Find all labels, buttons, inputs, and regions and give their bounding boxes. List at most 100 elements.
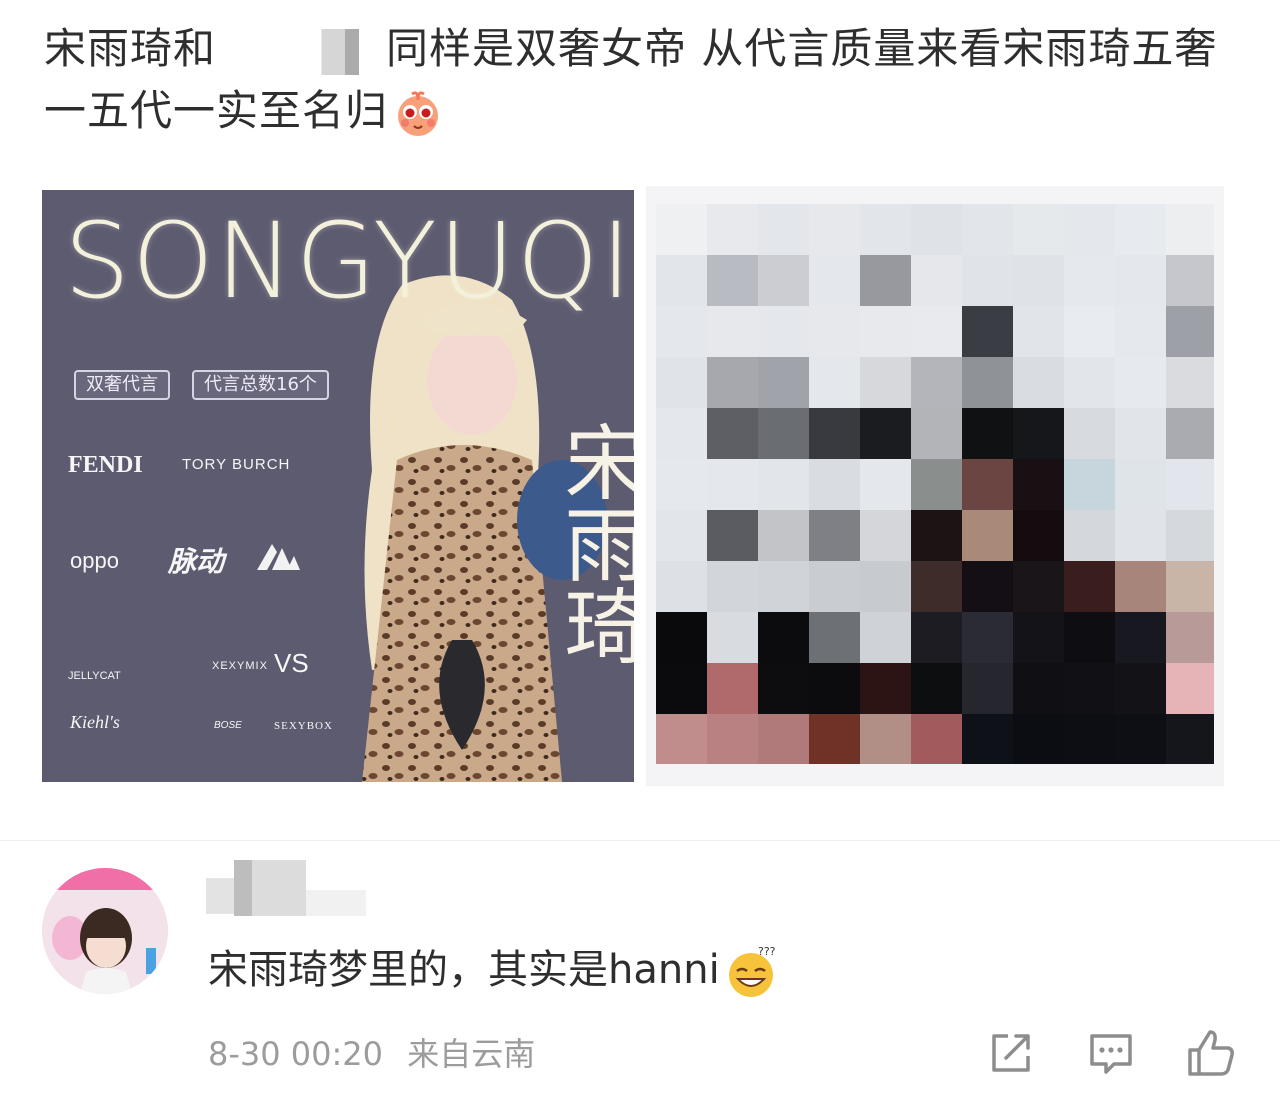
mosaic-tile (707, 357, 758, 408)
post-text-part1: 宋雨琦和 (44, 24, 217, 73)
mosaic-tile (758, 255, 809, 306)
mosaic-tile (962, 255, 1013, 306)
mosaic-tile (1013, 306, 1064, 357)
mosaic-tile (1166, 510, 1214, 561)
confused-grin-icon: ??? (728, 945, 775, 997)
thumbs-up-icon[interactable] (1186, 1028, 1236, 1078)
mosaic-tile (860, 204, 911, 255)
mosaic-tile (707, 408, 758, 459)
mosaic-tile (1013, 255, 1064, 306)
mosaic-tile (962, 714, 1013, 764)
comment-icon[interactable] (1086, 1028, 1136, 1078)
poster-tag-total: 代言总数16个 (192, 370, 329, 400)
mosaic-tile (707, 459, 758, 510)
mosaic-tile (1115, 408, 1166, 459)
mosaic-tile (758, 459, 809, 510)
mosaic-tile (911, 204, 962, 255)
mosaic-tile (911, 714, 962, 764)
mosaic-tile (911, 612, 962, 663)
mosaic-tile (1166, 204, 1214, 255)
redacted-name (216, 28, 387, 75)
brand-vs: VS (274, 648, 309, 678)
comment-meta: 8-30 00:20 来自云南 (208, 1028, 535, 1080)
mosaic-tile (860, 357, 911, 408)
mosaic-tile (962, 459, 1013, 510)
poster-image[interactable]: SONGYUQI 双奢代言 代言总数16个 FENDI TORY BURCH o… (42, 190, 634, 782)
share-icon[interactable] (986, 1028, 1036, 1078)
mosaic-tile (707, 612, 758, 663)
mosaic-tile (707, 306, 758, 357)
redacted-username (206, 860, 366, 916)
brand-tory-burch: TORY BURCH (182, 456, 291, 473)
comment-body: 宋雨琦梦里的，其实是hanni (208, 947, 720, 993)
mosaic-tile (1013, 357, 1064, 408)
mosaic-tile (860, 561, 911, 612)
mosaic-tile (962, 204, 1013, 255)
mosaic-tile (860, 459, 911, 510)
mosaic-tile (860, 612, 911, 663)
mosaic-tile (962, 306, 1013, 357)
mosaic-tile (911, 459, 962, 510)
mosaic-tile (1115, 255, 1166, 306)
mosaic-tile (1013, 204, 1064, 255)
mosaic-tile (962, 612, 1013, 663)
mosaic-tile (656, 510, 707, 561)
mosaic-tile (809, 255, 860, 306)
mosaic-tile (758, 408, 809, 459)
mosaic-tile (809, 357, 860, 408)
mosaic-tile (911, 561, 962, 612)
mosaic-tile (1166, 306, 1214, 357)
mosaic-tile (1166, 357, 1214, 408)
mosaic-tile (1064, 255, 1115, 306)
mosaic-tile (1064, 612, 1115, 663)
avatar[interactable] (42, 868, 168, 994)
mosaic-tile (1013, 663, 1064, 714)
mosaic-tile (860, 306, 911, 357)
mosaic-tile (911, 306, 962, 357)
mosaic-tile (860, 510, 911, 561)
brand-kiehls: Kiehl's (70, 712, 120, 732)
mosaic-tile (809, 459, 860, 510)
mosaic-tile (656, 612, 707, 663)
brand-bose: BOSE (214, 720, 242, 731)
mosaic-tile (1013, 459, 1064, 510)
poster-title: SONGYUQI (64, 200, 634, 322)
mosaic-tile (1166, 612, 1214, 663)
mosaic-tile (656, 306, 707, 357)
mosaic-tile (962, 408, 1013, 459)
mosaic-tile (962, 561, 1013, 612)
mosaic-tile (758, 357, 809, 408)
mosaic-tile (1013, 714, 1064, 764)
mosaic-tile (860, 255, 911, 306)
mosaic-tile (656, 204, 707, 255)
mosaic-tile (1115, 357, 1166, 408)
mosaic-tile (1166, 561, 1214, 612)
mosaic-tile (1115, 510, 1166, 561)
divider (0, 840, 1280, 841)
mosaic-tile (1115, 306, 1166, 357)
shy-face-icon (398, 90, 439, 136)
mosaic-tile (1115, 204, 1166, 255)
mosaic-tile (758, 714, 809, 764)
mosaic-tile (707, 255, 758, 306)
mosaic-tile (1064, 357, 1115, 408)
mosaic-tile (758, 561, 809, 612)
mosaic-tile (656, 459, 707, 510)
mosaic-tile (707, 561, 758, 612)
mosaic-tile (860, 714, 911, 764)
mosaic-tile (1013, 612, 1064, 663)
mosaic-tile (1115, 612, 1166, 663)
mosaic-tile (1064, 561, 1115, 612)
mosaic-tile (911, 255, 962, 306)
mosaic-tile (656, 255, 707, 306)
mosaic-tile (656, 561, 707, 612)
brand-maidong: 脉动 (168, 547, 225, 578)
mosaic-tile (809, 561, 860, 612)
mosaic-tile (1115, 714, 1166, 764)
mosaic-tile (911, 408, 962, 459)
avatar-image (42, 868, 168, 994)
mosaic-tile (1115, 663, 1166, 714)
mosaic-tile (656, 663, 707, 714)
pixelated-image[interactable] (646, 186, 1224, 786)
mosaic-tile (911, 357, 962, 408)
